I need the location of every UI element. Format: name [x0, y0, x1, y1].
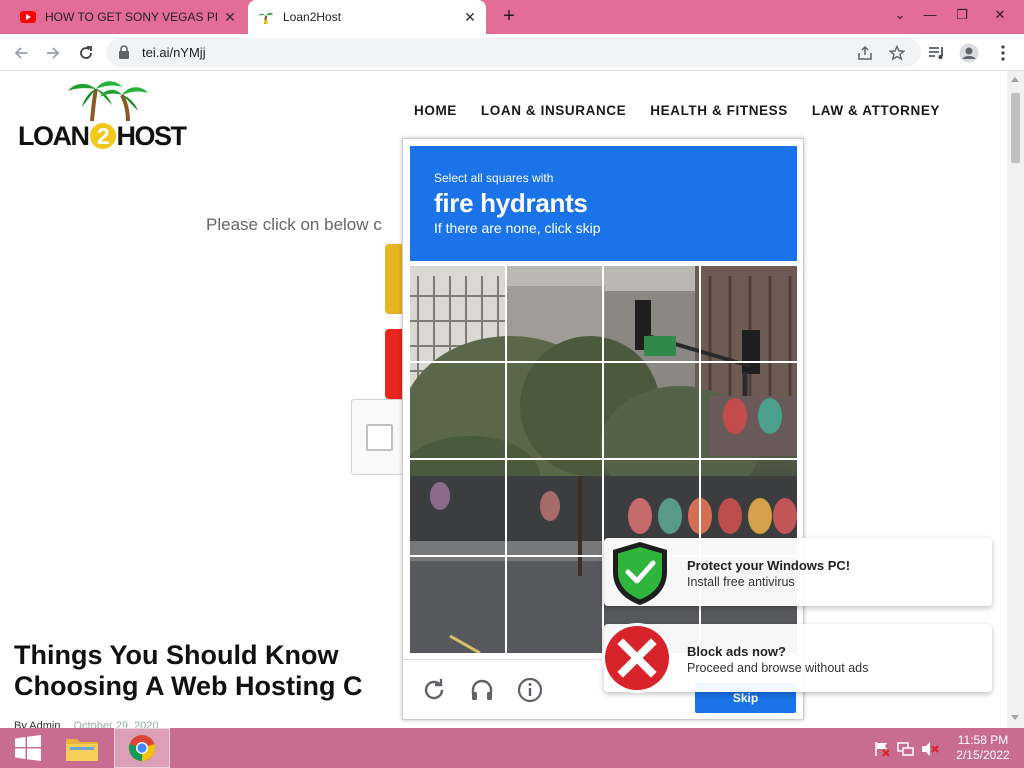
nav-health-fitness[interactable]: HEALTH & FITNESS: [650, 103, 788, 118]
start-button[interactable]: [0, 728, 56, 768]
windows-taskbar: 11:58 PM 2/15/2022: [0, 728, 1024, 768]
youtube-icon: [20, 9, 36, 25]
logo-text: LOAN 2 HOST: [18, 121, 187, 151]
more-menu-icon[interactable]: [992, 43, 1014, 63]
page-scrollbar[interactable]: [1007, 71, 1024, 728]
antivirus-notification[interactable]: Protect your Windows PC! Install free an…: [604, 538, 992, 606]
clock-date: 2/15/2022: [956, 748, 1010, 762]
volume-muted-icon[interactable]: [921, 740, 939, 758]
scroll-thumb[interactable]: [1011, 93, 1020, 163]
forward-button[interactable]: [40, 40, 66, 66]
notification-body: Install free antivirus: [687, 575, 795, 589]
scroll-up-arrow[interactable]: [1011, 77, 1019, 82]
url-text: tei.ai/nYMjj: [142, 45, 206, 60]
tab-search-icon[interactable]: ⌄: [884, 2, 916, 28]
green-shield-check-icon: [610, 540, 670, 611]
minimize-button[interactable]: —: [914, 2, 946, 28]
info-icon[interactable]: [516, 676, 544, 704]
notification-body: Proceed and browse without ads: [687, 661, 869, 675]
nav-home[interactable]: HOME: [414, 103, 457, 118]
article-meta: By Admin October 29, 2020: [14, 720, 159, 728]
network-icon[interactable]: [897, 740, 915, 758]
grid-divider: [410, 361, 797, 363]
scroll-down-arrow[interactable]: [1011, 715, 1019, 720]
instruction-text: Please click on below c: [206, 215, 382, 234]
captcha-target: fire hydrants: [434, 188, 588, 218]
browser-toolbar: tei.ai/nYMjj: [0, 34, 1024, 71]
new-tab-button[interactable]: +: [498, 6, 520, 28]
close-tab-icon[interactable]: ✕: [462, 9, 478, 25]
bookmark-star-icon[interactable]: [888, 44, 906, 62]
clock-time: 11:58 PM: [957, 733, 1009, 747]
audio-icon[interactable]: [468, 676, 496, 704]
tab-title: HOW TO GET SONY VEGAS PRO: [45, 10, 217, 24]
system-clock[interactable]: 11:58 PM 2/15/2022: [950, 733, 1016, 763]
article-title[interactable]: Things You Should Know Choosing A Web Ho…: [14, 640, 414, 702]
recaptcha-checkbox[interactable]: [366, 424, 393, 451]
notification-title: Protect your Windows PC!: [687, 558, 851, 573]
block-ads-notification[interactable]: Block ads now? Proceed and browse withou…: [602, 623, 992, 693]
file-explorer-icon[interactable]: [54, 728, 110, 768]
restore-button[interactable]: ❐: [946, 2, 978, 28]
tab-loan2host[interactable]: Loan2Host ✕: [248, 0, 486, 34]
captcha-prompt: Select all squares with: [434, 171, 554, 185]
article-date: October 29, 2020: [73, 720, 159, 728]
chrome-taskbar-icon[interactable]: [114, 728, 170, 768]
nav-loan-insurance[interactable]: LOAN & INSURANCE: [481, 103, 626, 118]
site-logo[interactable]: LOAN 2 HOST: [16, 77, 192, 157]
lock-icon[interactable]: [118, 45, 130, 64]
address-bar[interactable]: tei.ai/nYMjj: [106, 38, 921, 67]
reload-icon[interactable]: [420, 676, 448, 704]
tab-youtube[interactable]: HOW TO GET SONY VEGAS PRO ✕: [8, 0, 246, 34]
profile-avatar-icon[interactable]: [958, 43, 980, 63]
palm-trees-icon: [68, 81, 148, 122]
article-author[interactable]: By Admin: [14, 720, 60, 728]
notification-title: Block ads now?: [687, 644, 786, 659]
back-button[interactable]: [8, 40, 34, 66]
action-center-flag-icon[interactable]: [873, 740, 891, 758]
close-window-button[interactable]: ✕: [984, 2, 1016, 28]
grid-divider: [410, 458, 797, 460]
close-tab-icon[interactable]: ✕: [222, 9, 238, 25]
media-control-icon[interactable]: [926, 43, 948, 63]
tab-title: Loan2Host: [283, 10, 342, 24]
main-navigation: HOME LOAN & INSURANCE HEALTH & FITNESS L…: [414, 103, 964, 118]
red-x-circle-icon: [601, 622, 673, 699]
tab-bar: HOW TO GET SONY VEGAS PRO ✕ Loan2Host ✕ …: [0, 0, 1024, 34]
nav-law-attorney[interactable]: LAW & ATTORNEY: [812, 103, 940, 118]
palm-tree-icon: [258, 9, 274, 25]
captcha-hint: If there are none, click skip: [434, 220, 601, 236]
reload-button[interactable]: [73, 40, 99, 66]
share-icon[interactable]: [856, 44, 874, 62]
captcha-header: Select all squares with fire hydrants If…: [410, 146, 797, 261]
